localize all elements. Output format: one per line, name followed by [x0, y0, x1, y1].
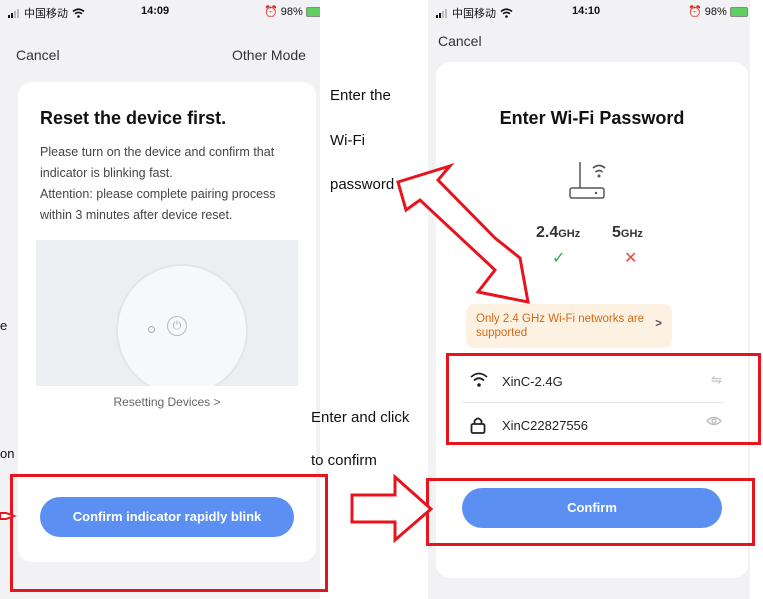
arrow-to-blink-button: [0, 512, 17, 520]
arrow-to-confirm: [350, 473, 434, 544]
annotation-arrows: [0, 163, 530, 544]
arrow-to-notice: [396, 163, 530, 304]
